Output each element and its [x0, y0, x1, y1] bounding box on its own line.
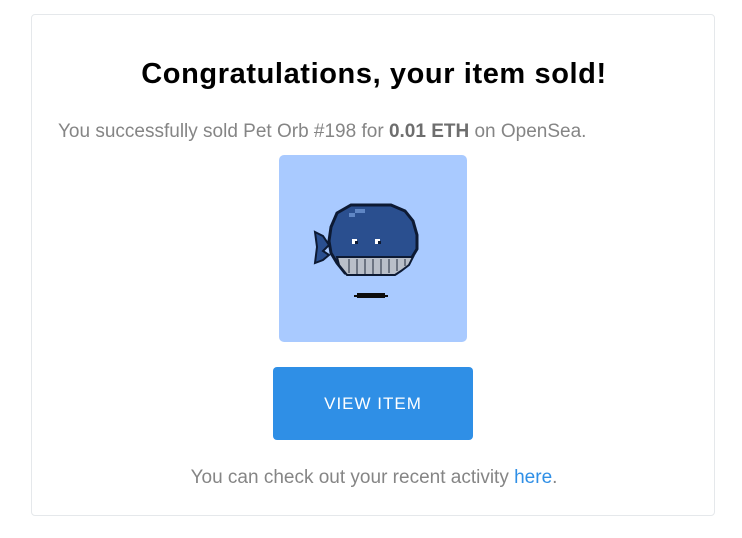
- footer-text: You can check out your recent activity: [190, 467, 515, 488]
- sale-message-prefix: You successfully sold Pet Orb #198 for: [58, 121, 389, 142]
- page-title: Congratulations, your item sold!: [141, 58, 607, 90]
- recent-activity-link[interactable]: here: [514, 467, 552, 488]
- view-item-button[interactable]: VIEW ITEM: [273, 367, 473, 440]
- item-image[interactable]: [279, 155, 467, 342]
- sale-message-suffix: on OpenSea.: [469, 121, 587, 142]
- sale-price: 0.01 ETH: [388, 121, 470, 142]
- email-card: Congratulations, your item sold! You suc…: [31, 14, 715, 516]
- pixel-whale-icon: [313, 203, 419, 298]
- sale-message: You successfully sold Pet Orb #198 for 0…: [58, 119, 586, 145]
- footer-period: .: [552, 467, 558, 488]
- activity-footer: You can check out your recent activity h…: [32, 465, 716, 491]
